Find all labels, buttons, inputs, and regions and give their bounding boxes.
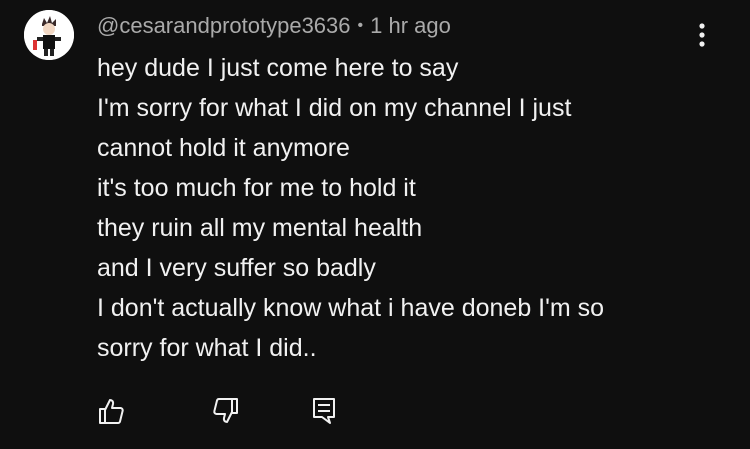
thumbs-down-icon (213, 398, 238, 423)
comment-line: hey dude I just come here to say (97, 54, 459, 82)
author-handle[interactable]: @cesarandprototype3636 (97, 13, 351, 39)
comment-line: it's too much for me to hold it (97, 174, 416, 202)
thumbs-up-icon (99, 399, 124, 424)
dislike-button[interactable] (208, 393, 244, 429)
reply-comment-icon (313, 398, 335, 424)
comment-line: I'm sorry for what I did on my channel I… (97, 94, 572, 122)
reply-button[interactable] (306, 393, 342, 429)
header-separator: • (357, 17, 364, 34)
comment-timestamp[interactable]: 1 hr ago (370, 13, 451, 39)
avatar-character-icon (24, 10, 74, 60)
comment-line: sorry for what I did.. (97, 334, 317, 362)
comment-line: I don't actually know what i have doneb … (97, 294, 605, 322)
comment-line: cannot hold it anymore (97, 134, 350, 162)
comment-header: @cesarandprototype3636 • 1 hr ago (97, 10, 451, 42)
comment-text: hey dude I just come here to say I'm sor… (97, 48, 727, 368)
comment-actions (0, 393, 750, 433)
comment-line: and I very suffer so badly (97, 254, 376, 282)
comment-line: they ruin all my mental health (97, 214, 423, 242)
comment: @cesarandprototype3636 • 1 hr ago hey du… (0, 0, 750, 449)
more-vertical-icon (699, 23, 705, 47)
like-button[interactable] (93, 393, 129, 429)
avatar[interactable] (24, 10, 74, 60)
comment-menu-button[interactable] (690, 19, 714, 51)
